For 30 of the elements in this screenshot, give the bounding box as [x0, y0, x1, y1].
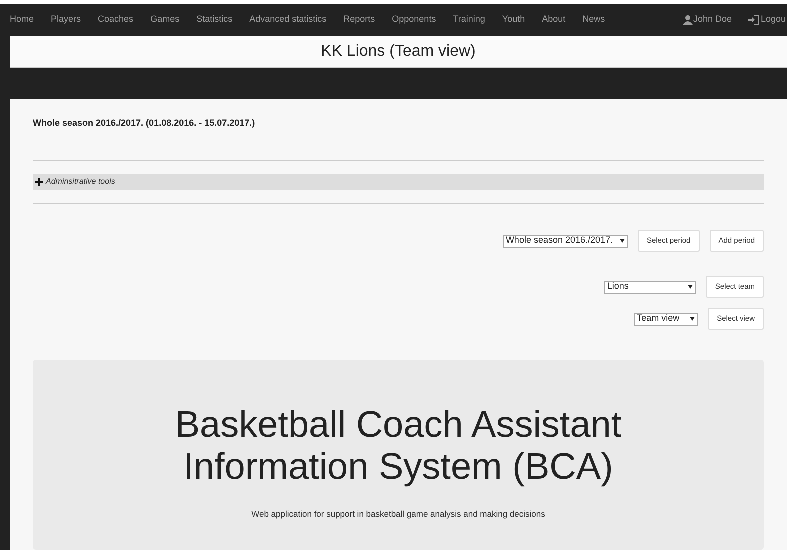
nav-link[interactable]: Opponents — [392, 13, 436, 27]
nav-link[interactable]: Advanced statistics — [250, 13, 327, 27]
select-value: Lions — [607, 280, 629, 294]
nav-link[interactable]: Home — [10, 13, 34, 27]
nav-link[interactable]: Players — [51, 13, 82, 27]
admin-tools-toggle[interactable]: Adminsitrative tools — [33, 174, 764, 190]
select-dropdown[interactable]: Whole season 2016./2017. — [502, 234, 628, 248]
period-label: Whole season 2016./2017. (01.08.2016. - 15.07.2017.) — [33, 116, 256, 130]
user-link[interactable]: John Doe — [683, 13, 732, 27]
select-dropdown[interactable]: Lions — [604, 280, 696, 294]
hero-title: Basketball Coach Assistant Information System (BCA) — [174, 404, 623, 488]
select-dropdown[interactable]: Team view — [634, 312, 698, 326]
logout-link[interactable]: Logou — [748, 13, 786, 27]
page-title: KK Lions (Team view) — [321, 42, 476, 62]
nav-link[interactable]: Reports — [344, 13, 376, 27]
nav-link[interactable]: Statistics — [196, 13, 233, 27]
nav-link[interactable]: Youth — [502, 13, 526, 27]
select-value: Team view — [637, 312, 680, 326]
logout-icon — [748, 15, 759, 25]
nav-link[interactable]: About — [542, 13, 566, 27]
caret-icon — [690, 317, 696, 321]
hero-subtitle: Web application for support in basketball game analysis and making decisions — [252, 508, 546, 521]
caret-icon — [620, 239, 625, 243]
nav-link[interactable]: Coaches — [98, 13, 134, 27]
nav-link[interactable]: News — [582, 13, 606, 27]
caret-icon — [688, 285, 694, 289]
user-icon — [683, 15, 694, 25]
nav-link[interactable]: Games — [150, 13, 180, 27]
nav-link[interactable]: Training — [453, 13, 486, 27]
select-value: Whole season 2016./2017. — [506, 234, 614, 248]
